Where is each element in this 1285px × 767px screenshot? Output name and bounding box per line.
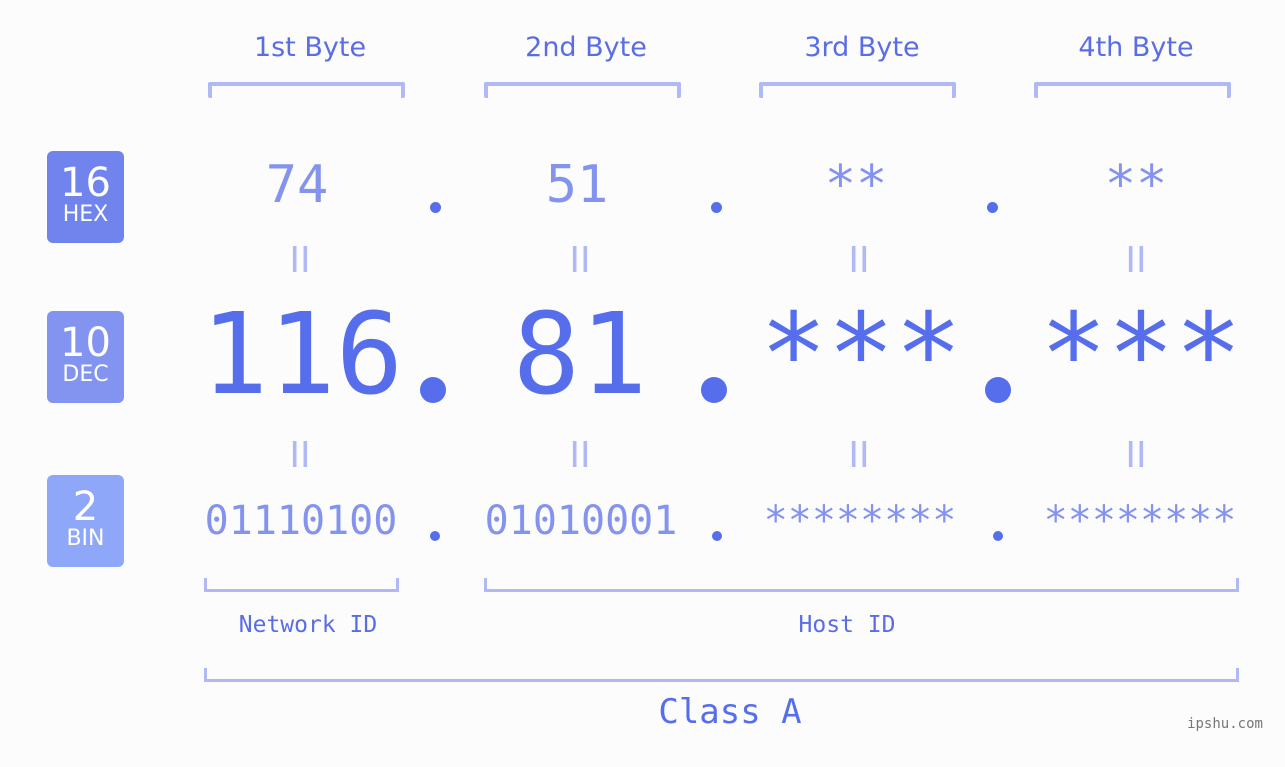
hex-byte-2: 51 <box>545 155 609 215</box>
dec-separator-dot <box>420 377 446 403</box>
hex-separator-dot <box>711 202 722 213</box>
byte-2-bracket <box>484 82 681 98</box>
bin-byte-2: 01010001 <box>484 498 678 544</box>
byte-4-bracket <box>1034 82 1231 98</box>
hex-badge-label: HEX <box>62 202 109 227</box>
byte-1-bracket <box>208 82 405 98</box>
bin-separator-dot <box>430 531 440 541</box>
dec-separator-dot <box>701 377 727 403</box>
bin-badge-label: BIN <box>66 526 105 551</box>
hex-badge: 16 HEX <box>47 151 124 243</box>
equals-sign: II <box>848 240 870 281</box>
hex-byte-3: ** <box>824 155 888 215</box>
bin-byte-4: ******** <box>1043 498 1237 544</box>
dec-badge: 10 DEC <box>47 311 124 403</box>
equals-sign: II <box>569 435 591 476</box>
dec-separator-dot <box>985 377 1011 403</box>
class-bracket <box>204 668 1239 682</box>
bin-byte-1: 01110100 <box>204 498 398 544</box>
dec-byte-3: *** <box>759 290 963 420</box>
header-byte-2: 2nd Byte <box>525 32 647 63</box>
dec-badge-base: 10 <box>60 320 111 366</box>
header-byte-3: 3rd Byte <box>804 32 920 63</box>
hex-separator-dot <box>430 202 441 213</box>
header-byte-1: 1st Byte <box>253 32 367 63</box>
equals-sign: II <box>1125 435 1147 476</box>
header-byte-4: 4th Byte <box>1078 32 1194 63</box>
network-id-bracket <box>204 578 399 592</box>
equals-sign: II <box>569 240 591 281</box>
hex-byte-4: ** <box>1104 155 1168 215</box>
bin-byte-3: ******** <box>763 498 957 544</box>
dec-badge-label: DEC <box>62 362 109 387</box>
dec-byte-4: *** <box>1039 290 1243 420</box>
bin-badge: 2 BIN <box>47 475 124 567</box>
equals-sign: II <box>289 240 311 281</box>
dec-byte-1: 116 <box>200 290 404 420</box>
hex-badge-base: 16 <box>60 160 111 206</box>
class-label: Class A <box>658 692 802 732</box>
network-id-label: Network ID <box>238 612 378 638</box>
host-id-bracket <box>484 578 1239 592</box>
hex-byte-1: 74 <box>265 155 329 215</box>
hex-separator-dot <box>987 202 998 213</box>
bin-badge-base: 2 <box>72 484 99 530</box>
bin-separator-dot <box>993 531 1003 541</box>
watermark: ipshu.com <box>1187 716 1263 732</box>
dec-byte-2: 81 <box>512 290 648 420</box>
equals-sign: II <box>848 435 870 476</box>
equals-sign: II <box>1125 240 1147 281</box>
host-id-label: Host ID <box>798 612 896 638</box>
bin-separator-dot <box>712 531 722 541</box>
byte-3-bracket <box>759 82 956 98</box>
equals-sign: II <box>289 435 311 476</box>
